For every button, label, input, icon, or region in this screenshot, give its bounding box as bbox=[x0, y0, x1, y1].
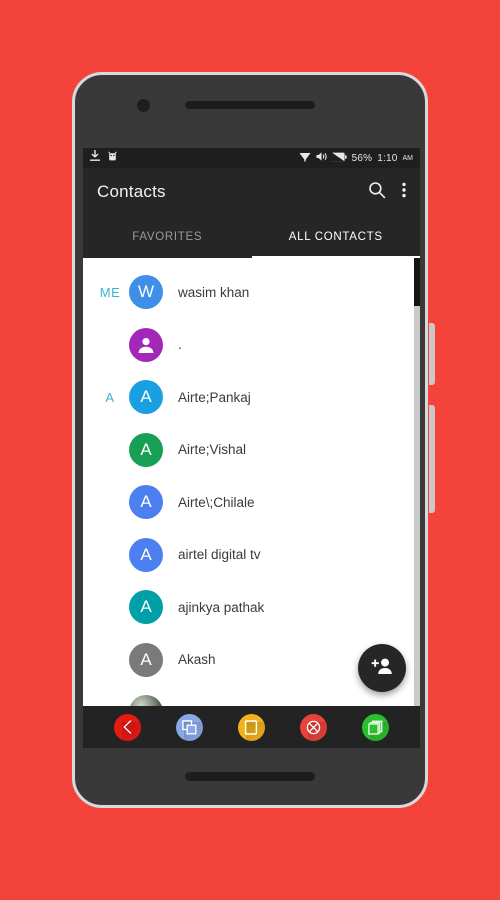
more-vert-icon[interactable] bbox=[402, 182, 406, 203]
contact-avatar[interactable]: W bbox=[129, 275, 163, 310]
contact-row[interactable]: A Airte\;Chilale bbox=[83, 476, 420, 529]
avatar-initial: A bbox=[140, 597, 152, 617]
page-title: Contacts bbox=[97, 182, 166, 201]
contact-name: Akash bbox=[178, 652, 216, 668]
contact-row[interactable]: A Airte;Vishal bbox=[83, 424, 420, 477]
contact-name: . bbox=[178, 337, 182, 353]
status-bar-system: 56% 1:10 AM bbox=[299, 149, 413, 167]
contact-row[interactable]: . bbox=[83, 319, 420, 372]
multiwindow-button[interactable] bbox=[361, 713, 389, 741]
avatar-initial: A bbox=[140, 492, 152, 512]
close-button[interactable] bbox=[299, 713, 327, 741]
clock-time: 1:10 bbox=[377, 152, 398, 164]
tab-bar: FAVORITES ALL CONTACTS bbox=[83, 216, 420, 258]
wifi-icon bbox=[299, 149, 311, 167]
contact-row[interactable]: ME Wwasim khan bbox=[83, 266, 420, 319]
app-bar: Contacts bbox=[83, 168, 420, 216]
chevron-left-icon bbox=[121, 720, 134, 734]
contacts-list[interactable]: ME Wwasim khan. A A Airte;Pankaj A Airte;Visha… bbox=[83, 258, 420, 706]
recents-button[interactable] bbox=[176, 713, 204, 741]
contact-row[interactable]: Aairtel digital tv bbox=[83, 529, 420, 582]
contact-name: Airte;Vishal bbox=[178, 442, 247, 458]
contact-avatar[interactable]: A bbox=[129, 485, 163, 520]
contact-name: Airte;Pankaj bbox=[178, 389, 251, 405]
avatar-initial: A bbox=[140, 387, 152, 407]
tab-all-contacts[interactable]: ALL CONTACTS bbox=[252, 216, 421, 258]
section-letter: A bbox=[105, 389, 115, 405]
contact-avatar[interactable]: A bbox=[129, 537, 163, 572]
avatar-initial: A bbox=[140, 649, 152, 669]
add-person-icon bbox=[371, 657, 393, 680]
scrollbar-thumb-top[interactable] bbox=[414, 258, 420, 306]
home-button-slot[interactable] bbox=[185, 772, 315, 781]
battery-percent: 56% bbox=[351, 152, 373, 164]
status-bar: 56% 1:10 AM bbox=[83, 148, 420, 168]
earpiece-speaker bbox=[185, 101, 315, 109]
tab-favorites[interactable]: FAVORITES bbox=[83, 216, 252, 258]
contact-avatar[interactable]: A bbox=[129, 432, 163, 467]
front-camera-icon bbox=[137, 99, 150, 112]
volume-rocker-button[interactable] bbox=[429, 323, 435, 385]
avatar-initial: A bbox=[140, 544, 152, 564]
section-letter: ME bbox=[99, 284, 121, 300]
contact-name: wasim khan bbox=[178, 284, 250, 300]
contacts-list-container: ME Wwasim khan. A A Airte;Pankaj A Airte;Visha… bbox=[83, 258, 420, 706]
contact-row[interactable]: Aajinkya pathak bbox=[83, 581, 420, 634]
back-button[interactable] bbox=[114, 713, 142, 741]
app-bar-actions bbox=[368, 181, 406, 204]
bottom-navigation-bar bbox=[83, 706, 420, 748]
contact-photo-avatar[interactable] bbox=[129, 695, 163, 706]
scrollbar-thumb[interactable] bbox=[414, 306, 420, 706]
x-circle-icon bbox=[306, 720, 321, 735]
contact-name: airtel digital tv bbox=[178, 547, 261, 563]
search-icon[interactable] bbox=[368, 181, 386, 204]
phone-device: 56% 1:10 AM Contacts FAVORITES ALL CONTA… bbox=[72, 72, 435, 808]
contact-avatar[interactable]: A bbox=[129, 642, 163, 677]
contact-name: ajinkya pathak bbox=[178, 599, 265, 615]
rounded-square-icon bbox=[244, 719, 258, 735]
contact-row[interactable]: A A Airte;Pankaj bbox=[83, 371, 420, 424]
contact-avatar[interactable]: A bbox=[129, 380, 163, 415]
add-contact-fab[interactable] bbox=[358, 644, 406, 692]
volume-icon bbox=[316, 149, 327, 167]
home-button[interactable] bbox=[237, 713, 265, 741]
battery-icon bbox=[331, 149, 347, 167]
clock-ampm: AM bbox=[402, 154, 414, 162]
list-scrollbar[interactable] bbox=[414, 258, 420, 706]
status-bar-notifications bbox=[90, 149, 118, 167]
stacked-windows-icon bbox=[367, 720, 383, 735]
contact-avatar[interactable]: A bbox=[129, 590, 163, 625]
contact-name: Airte\;Chilale bbox=[178, 494, 255, 510]
contact-avatar[interactable] bbox=[129, 327, 163, 362]
phone-screen: 56% 1:10 AM Contacts FAVORITES ALL CONTA… bbox=[83, 148, 420, 748]
avatar-initial: A bbox=[140, 439, 152, 459]
avatar-initial: W bbox=[137, 282, 155, 302]
android-app-icon bbox=[107, 149, 118, 167]
download-icon bbox=[90, 149, 100, 167]
copy-windows-icon bbox=[182, 719, 197, 735]
power-button[interactable] bbox=[429, 405, 435, 513]
